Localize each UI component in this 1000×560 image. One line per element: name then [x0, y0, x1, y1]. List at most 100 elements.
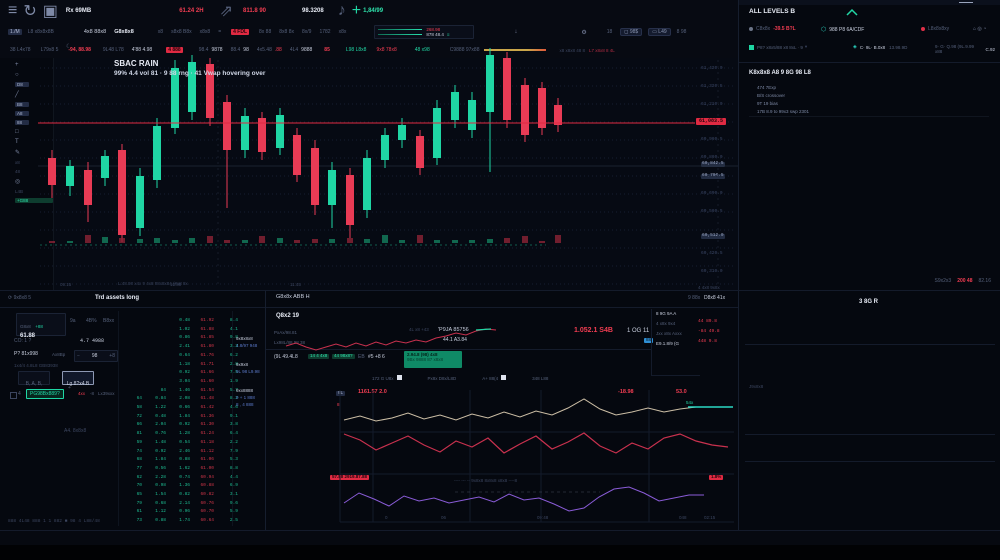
orderbook-cell: 61.24 — [194, 432, 214, 437]
topbar-item[interactable]: ⚙ — [581, 29, 586, 36]
order-tab-1[interactable]: 9a — [70, 319, 76, 324]
order-checkbox[interactable] — [10, 392, 17, 399]
orderbook-cell: 2.5 — [218, 519, 238, 524]
orderbook-cell: 9.8 — [218, 336, 238, 341]
tool-chip-green[interactable]: +G88 — [15, 198, 53, 203]
order-price-button[interactable]: Lg 8?x4.B — [62, 371, 94, 385]
order-tab-3[interactable]: B8xx — [103, 319, 114, 324]
main-chart-panel[interactable] — [0, 58, 738, 291]
orderbook-cell: 0.68 — [146, 502, 166, 507]
order-pagination[interactable]: 888 4L48 888 1 1 882 ■ 98 4 L88/48 — [8, 520, 100, 525]
tool-chip[interactable]: B8 — [15, 102, 29, 107]
orderbook-cell: 61.60 — [194, 380, 214, 385]
orderbook-cell: 61.48 — [194, 397, 214, 402]
tool-icon[interactable]: ○ — [15, 72, 53, 78]
topbar-item[interactable]: ≡ — [8, 2, 17, 20]
topbar-item[interactable]: 4 FDL — [231, 29, 249, 35]
watchlist-item[interactable]: 9T 19 bias — [757, 101, 778, 106]
topbar-item: 48 x98 — [415, 47, 430, 53]
tool-icon[interactable]: □ — [15, 129, 53, 135]
osc-chip[interactable]: 9L — [336, 391, 345, 396]
topbar-item[interactable]: ↓ — [514, 29, 517, 35]
position-info-value: 9 + 1 888 — [236, 396, 255, 401]
spark-mid-1: 'P9JA 85756 — [438, 328, 469, 334]
badge-pill-2[interactable]: 44 98x8? — [332, 354, 355, 359]
orderbook-cell: 64 — [122, 397, 142, 402]
quote-box[interactable]: G8x8 +88 61.88 — [16, 313, 66, 336]
tool-icon[interactable]: T — [15, 139, 53, 145]
orderbook-cell: 1.84 — [146, 458, 166, 463]
badge-pill-1[interactable]: 14 4 4x8 — [308, 354, 329, 359]
tool-icon[interactable]: + — [15, 62, 53, 68]
price-label: P? 81x998 — [14, 352, 38, 357]
indicator-toggle[interactable]: 172 G U8x — [372, 375, 402, 381]
orderbook-cell: 6.2 — [218, 354, 238, 359]
orderbook-cell: 0.92 — [170, 371, 190, 376]
orderbook-cell: 1.18 — [170, 363, 190, 368]
spark-mid-2: 44.1 A3.84 — [443, 338, 467, 343]
indicator-toggle[interactable]: Px8x D8x/L8D — [428, 376, 457, 381]
tool-icon[interactable]: ✎ — [15, 149, 53, 156]
orderbook-cell: 60.94 — [194, 476, 214, 481]
tool-icon[interactable]: ╱ — [15, 91, 53, 98]
mid-header-right2[interactable]: D8x8 41x — [704, 296, 725, 301]
sidebar-tool-icons[interactable]: ⌂ ◎ ◔ — [973, 26, 986, 32]
topbar-item: ⇗ — [220, 1, 233, 21]
topbar-item: 1,84/99 — [363, 8, 383, 14]
topbar-item: G8x8x8 — [114, 29, 134, 35]
watchlist-item[interactable]: 474 7Exp — [757, 85, 776, 90]
tool-label: 48 — [15, 169, 53, 174]
checkbox-icon[interactable] — [501, 375, 506, 380]
orderbook-cell: 65 — [122, 493, 142, 498]
orderbook-cell: 6.9 — [218, 484, 238, 489]
topbar-item[interactable]: 4 888 — [166, 47, 183, 53]
price-tick: 60,790.5 — [701, 174, 725, 179]
topbar-row2: 1./ML8 x8x8x8B4x8 88x8G8x8x8x8s8x8 B8xx8… — [0, 22, 746, 43]
orderbook-cell: 0.74 — [170, 476, 190, 481]
sidebar-cell-label[interactable]: 988 P8 6A/CDF — [829, 27, 864, 33]
sidebar-row-2: P8? x8x5/88 x8 8xL · 9▾◈C· 9L· B.0x813.9… — [749, 44, 995, 56]
sidebar-cell-label[interactable]: P8? x8x5/88 x8 8xL · 9 — [757, 45, 803, 50]
stepper-minus[interactable]: − — [77, 353, 80, 359]
topbar-item[interactable]: ▭ L49 — [648, 28, 670, 36]
order-tab-2[interactable]: 4B% — [86, 319, 97, 324]
theme-moon-icon[interactable]: ☾ — [66, 44, 71, 50]
orderbook-cell: 61.06 — [194, 458, 214, 463]
topbar-item[interactable]: ↻ — [23, 1, 36, 21]
topbar-item[interactable]: 1./M — [8, 29, 22, 35]
indicator-toggles: 172 G U8x Px8x D8x/L8D A+ 88(4 348 L88 — [372, 373, 548, 383]
tool-chip[interactable]: 88 — [15, 120, 29, 125]
topbar-item: L8 x8x8x8B — [28, 29, 54, 35]
sidebar-cell-label[interactable]: C8x8x — [756, 26, 770, 32]
orderbook-cell: 3.04 — [170, 380, 190, 385]
watchlist-item[interactable]: B/S crossover — [757, 93, 785, 98]
watchlist-item[interactable]: 17B 8.9 to 99x3 swp 2301 — [757, 109, 809, 114]
price-tick: 60,880.0 — [701, 156, 723, 161]
sidebar-scroll-strip[interactable] — [739, 0, 1000, 5]
sidebar-cell-label[interactable]: L8x8x8xy — [928, 26, 949, 32]
orderbook-cell: 2.08 — [170, 397, 190, 402]
topbar-item: 1782 — [319, 29, 330, 35]
orderbook-cell: 3.1 — [218, 493, 238, 498]
topbar-item: 85 — [324, 47, 330, 53]
caret-down-icon[interactable]: ▾ — [805, 44, 807, 50]
indicator-toggle[interactable]: 348 L88 — [532, 376, 548, 381]
tool-icon[interactable]: ◎ — [15, 178, 53, 185]
tool-chip[interactable]: A8 — [15, 111, 29, 116]
order-refresh[interactable]: ⟳ 9x8x8 5 — [8, 296, 31, 301]
topbar-item[interactable]: ▣ — [43, 1, 58, 21]
indicator-toggle[interactable]: A+ 88(4 — [482, 375, 506, 381]
buy-button[interactable]: PG98Bx889? — [26, 389, 64, 399]
price-stepper[interactable]: − 98 +8 — [74, 350, 118, 362]
green-quote-box[interactable]: 2.94.8 (98) 4x8 9Bx 9888 87 x8x8 — [404, 351, 462, 368]
orderbook-cell: 61.30 — [194, 423, 214, 428]
checkbox-icon[interactable] — [397, 375, 402, 380]
stepper-plus[interactable]: +8 — [109, 353, 115, 359]
tool-chip[interactable]: D8 — [15, 82, 29, 87]
chevron-up-icon[interactable] — [845, 8, 859, 16]
add-order-plus[interactable]: + — [68, 386, 71, 391]
qty-value[interactable]: 4.7 4988 — [80, 339, 104, 344]
topbar-item: 8x8 8x — [279, 29, 294, 35]
topbar-item[interactable]: ◻ 98$ — [620, 28, 642, 36]
order-type-button[interactable]: B, A, B, — [18, 371, 50, 385]
